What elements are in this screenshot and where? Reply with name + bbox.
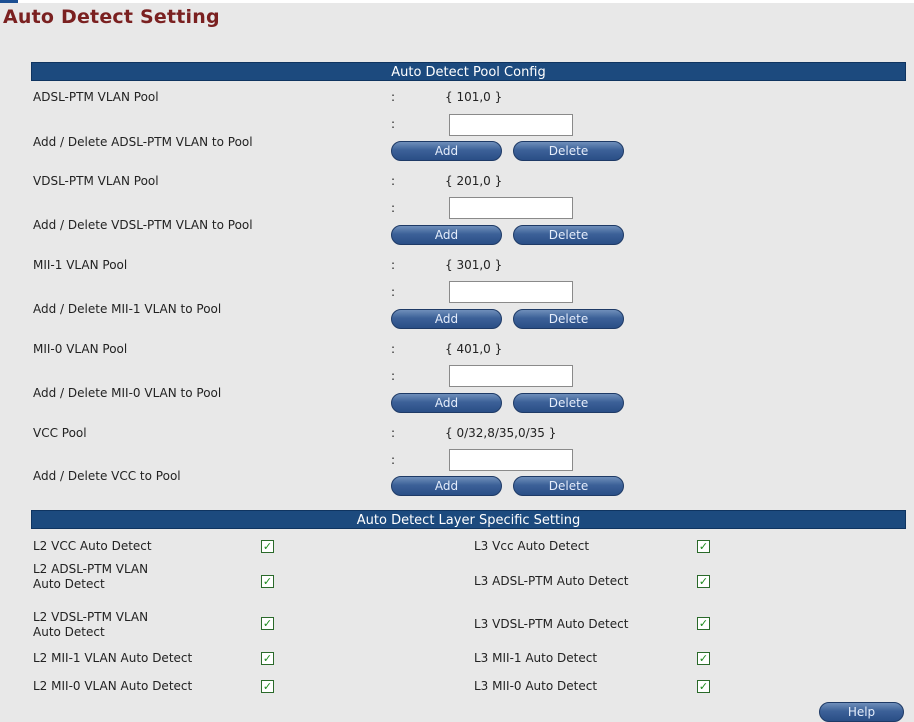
mii-0-delete-button[interactable]: Delete (513, 393, 624, 413)
mii-0-vlan-pool-label: MII-0 VLAN Pool (33, 342, 128, 356)
l2-adsl-ptm-vlan-auto-detect-label: L2 ADSL-PTM VLAN Auto Detect (33, 562, 149, 591)
checkmark-icon: ✓ (262, 617, 273, 630)
mii-1-vlan-pool-label: MII-1 VLAN Pool (33, 258, 128, 272)
l3-mii-0-auto-detect-checkbox[interactable]: ✓ (697, 680, 710, 693)
add-delete-vcc-label: Add / Delete VCC to Pool (33, 469, 181, 483)
add-delete-adsl-ptm-label: Add / Delete ADSL-PTM VLAN to Pool (33, 135, 253, 149)
vdsl-ptm-add-button[interactable]: Add (391, 225, 502, 245)
pool-config-header: Auto Detect Pool Config (31, 62, 906, 81)
l2-vdsl-ptm-vlan-auto-detect-label: L2 VDSL-PTM VLAN Auto Detect (33, 610, 149, 639)
l2-vcc-auto-detect-label: L2 VCC Auto Detect (33, 539, 152, 553)
adsl-ptm-vlan-pool-label: ADSL-PTM VLAN Pool (33, 90, 159, 104)
checkmark-icon: ✓ (262, 680, 273, 693)
add-delete-mii-0-label: Add / Delete MII-0 VLAN to Pool (33, 386, 222, 400)
mii-0-add-button[interactable]: Add (391, 393, 502, 413)
l3-vcc-auto-detect-label: L3 Vcc Auto Detect (474, 539, 590, 553)
l2-mii-0-vlan-auto-detect-label: L2 MII-0 VLAN Auto Detect (33, 679, 193, 693)
l2-mii-1-vlan-auto-detect-checkbox[interactable]: ✓ (261, 652, 274, 665)
vcc-pool-label: VCC Pool (33, 426, 87, 440)
mii-0-vlan-pool-value: { 401,0 } (445, 342, 503, 356)
l2-mii-1-vlan-auto-detect-label: L2 MII-1 VLAN Auto Detect (33, 651, 193, 665)
checkmark-icon: ✓ (262, 652, 273, 665)
colon: : (391, 285, 396, 299)
vcc-pool-value: { 0/32,8/35,0/35 } (445, 426, 557, 440)
adsl-ptm-delete-button[interactable]: Delete (513, 141, 624, 161)
top-accent-bar (0, 0, 914, 3)
mii-1-vlan-input[interactable] (449, 281, 573, 303)
page-title: Auto Detect Setting (3, 6, 220, 28)
checkmark-icon: ✓ (698, 652, 709, 665)
checkmark-icon: ✓ (262, 575, 273, 588)
mii-1-delete-button[interactable]: Delete (513, 309, 624, 329)
colon: : (391, 174, 396, 188)
l3-vcc-auto-detect-checkbox[interactable]: ✓ (697, 540, 710, 553)
adsl-ptm-vlan-input[interactable] (449, 114, 573, 136)
mii-1-vlan-pool-value: { 301,0 } (445, 258, 503, 272)
l3-mii-1-auto-detect-label: L3 MII-1 Auto Detect (474, 651, 598, 665)
checkmark-icon: ✓ (698, 540, 709, 553)
layer-setting-header: Auto Detect Layer Specific Setting (31, 510, 906, 529)
help-button[interactable]: Help (819, 702, 904, 722)
l2-mii-0-vlan-auto-detect-checkbox[interactable]: ✓ (261, 680, 274, 693)
l2-vcc-auto-detect-checkbox[interactable]: ✓ (261, 540, 274, 553)
l2-adsl-ptm-vlan-auto-detect-checkbox[interactable]: ✓ (261, 575, 274, 588)
colon: : (391, 426, 396, 440)
vcc-input[interactable] (449, 449, 573, 471)
mii-1-add-button[interactable]: Add (391, 309, 502, 329)
checkmark-icon: ✓ (262, 540, 273, 553)
mii-0-vlan-input[interactable] (449, 365, 573, 387)
vdsl-ptm-vlan-pool-value: { 201,0 } (445, 174, 503, 188)
colon: : (391, 369, 396, 383)
checkmark-icon: ✓ (698, 680, 709, 693)
vdsl-ptm-delete-button[interactable]: Delete (513, 225, 624, 245)
add-delete-vdsl-ptm-label: Add / Delete VDSL-PTM VLAN to Pool (33, 218, 253, 232)
checkmark-icon: ✓ (698, 575, 709, 588)
l3-vdsl-ptm-auto-detect-checkbox[interactable]: ✓ (697, 617, 710, 630)
checkmark-icon: ✓ (698, 617, 709, 630)
l3-vdsl-ptm-auto-detect-label: L3 VDSL-PTM Auto Detect (474, 617, 629, 631)
colon: : (391, 453, 396, 467)
l2-vdsl-ptm-vlan-auto-detect-checkbox[interactable]: ✓ (261, 617, 274, 630)
vdsl-ptm-vlan-pool-label: VDSL-PTM VLAN Pool (33, 174, 159, 188)
l3-adsl-ptm-auto-detect-checkbox[interactable]: ✓ (697, 575, 710, 588)
top-accent-mark (0, 0, 18, 3)
vcc-add-button[interactable]: Add (391, 476, 502, 496)
adsl-ptm-vlan-pool-value: { 101,0 } (445, 90, 503, 104)
colon: : (391, 258, 396, 272)
l3-mii-1-auto-detect-checkbox[interactable]: ✓ (697, 652, 710, 665)
colon: : (391, 342, 396, 356)
l3-adsl-ptm-auto-detect-label: L3 ADSL-PTM Auto Detect (474, 574, 629, 588)
colon: : (391, 90, 396, 104)
add-delete-mii-1-label: Add / Delete MII-1 VLAN to Pool (33, 302, 222, 316)
colon: : (391, 201, 396, 215)
colon: : (391, 117, 396, 131)
l3-mii-0-auto-detect-label: L3 MII-0 Auto Detect (474, 679, 598, 693)
vdsl-ptm-vlan-input[interactable] (449, 197, 573, 219)
vcc-delete-button[interactable]: Delete (513, 476, 624, 496)
adsl-ptm-add-button[interactable]: Add (391, 141, 502, 161)
